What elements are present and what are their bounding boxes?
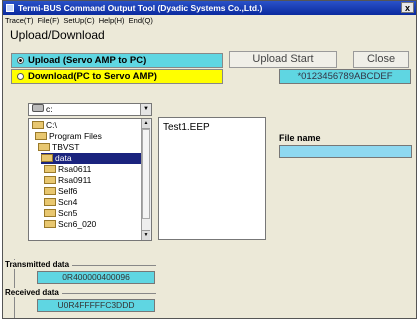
folder-open-icon [38,143,50,151]
tree-item[interactable]: Program Files [35,131,102,142]
tree-item[interactable]: Rsa0911 [44,175,91,186]
window-close-button[interactable]: x [401,2,414,13]
file-name-input[interactable] [279,145,412,158]
app-icon [6,4,14,12]
menu-end[interactable]: End(Q) [129,16,153,25]
menu-file[interactable]: File(F) [38,16,60,25]
file-name-label: File name [279,133,321,143]
drive-value: c: [46,104,53,114]
tree-item[interactable]: TBVST [38,142,79,153]
drive-icon [32,104,44,112]
tree-item-selected[interactable]: data [41,153,142,164]
menu-trace[interactable]: Trace(T) [5,16,33,25]
tree-item-label: Scn4 [58,197,78,207]
radio-selected-icon [17,57,24,64]
tree-item-label: C:\ [46,120,57,130]
upload-option-label: Upload (Servo AMP to PC) [28,55,147,66]
folder-open-icon [32,121,44,129]
tree-item[interactable]: Self6 [44,186,77,197]
menu-bar: Trace(T) File(F) SetUp(C) Help(H) End(Q) [3,15,416,27]
tree-item-label: Self6 [58,186,78,196]
tree-item[interactable]: C:\ [32,120,57,131]
folder-tree[interactable]: C:\ Program Files TBVST data Rsa0611 Rsa… [28,118,152,241]
app-window: Termi-BUS Command Output Tool (Dyadic Sy… [2,0,417,319]
received-data-label: Received data [5,288,62,297]
tree-item-label: Rsa0911 [58,175,92,185]
download-radio[interactable]: Download(PC to Servo AMP) [11,69,223,84]
transmitted-data-group: Transmitted data [5,260,156,269]
file-item[interactable]: Test1.EEP [163,122,265,133]
drive-select[interactable]: c: ▼ [28,103,152,116]
folder-icon [44,187,56,195]
tree-item-label: Scn6_020 [58,219,97,229]
upload-start-button[interactable]: Upload Start [229,51,337,68]
tree-item-label: Program Files [49,131,102,141]
tree-item-label: TBVST [52,142,80,152]
menu-help[interactable]: Help(H) [99,16,125,25]
received-data-value: U0R4FFFFFC3DDD [37,299,155,312]
folder-icon [44,165,56,173]
folder-open-icon [41,154,53,162]
radio-unselected-icon [17,73,24,80]
close-button[interactable]: Close [353,51,409,68]
transmitted-data-label: Transmitted data [5,260,73,269]
scroll-up-icon[interactable]: ▲ [142,119,150,129]
upload-radio[interactable]: Upload (Servo AMP to PC) [11,53,223,68]
upload-download-group-title: Upload/Download [10,28,105,42]
transmitted-data-value: 0R400000400096 [37,271,155,284]
menu-setup[interactable]: SetUp(C) [63,16,94,25]
tree-item[interactable]: Rsa0611 [44,164,91,175]
scroll-thumb[interactable] [142,129,150,219]
serial-number-field: *0123456789ABCDEF [279,69,411,84]
tree-item-label: Scn5 [58,208,78,218]
folder-open-icon [35,132,47,140]
chevron-down-icon[interactable]: ▼ [140,104,151,115]
folder-icon [44,209,56,217]
download-option-label: Download(PC to Servo AMP) [28,71,157,82]
tree-item[interactable]: Scn6_020 [44,219,96,230]
tree-item[interactable]: Scn4 [44,197,77,208]
window-title: Termi-BUS Command Output Tool (Dyadic Sy… [18,3,263,13]
folder-icon [44,176,56,184]
folder-icon [44,198,56,206]
file-list[interactable]: Test1.EEP [158,117,266,240]
tree-item[interactable]: Scn5 [44,208,77,219]
title-bar: Termi-BUS Command Output Tool (Dyadic Sy… [3,1,416,15]
received-data-group: Received data [5,288,156,297]
tree-item-label: Rsa0611 [58,164,92,174]
scroll-down-icon[interactable]: ▼ [142,230,150,240]
tree-scrollbar[interactable]: ▲ ▼ [141,119,151,240]
tree-item-label: data [55,153,72,163]
folder-icon [44,220,56,228]
